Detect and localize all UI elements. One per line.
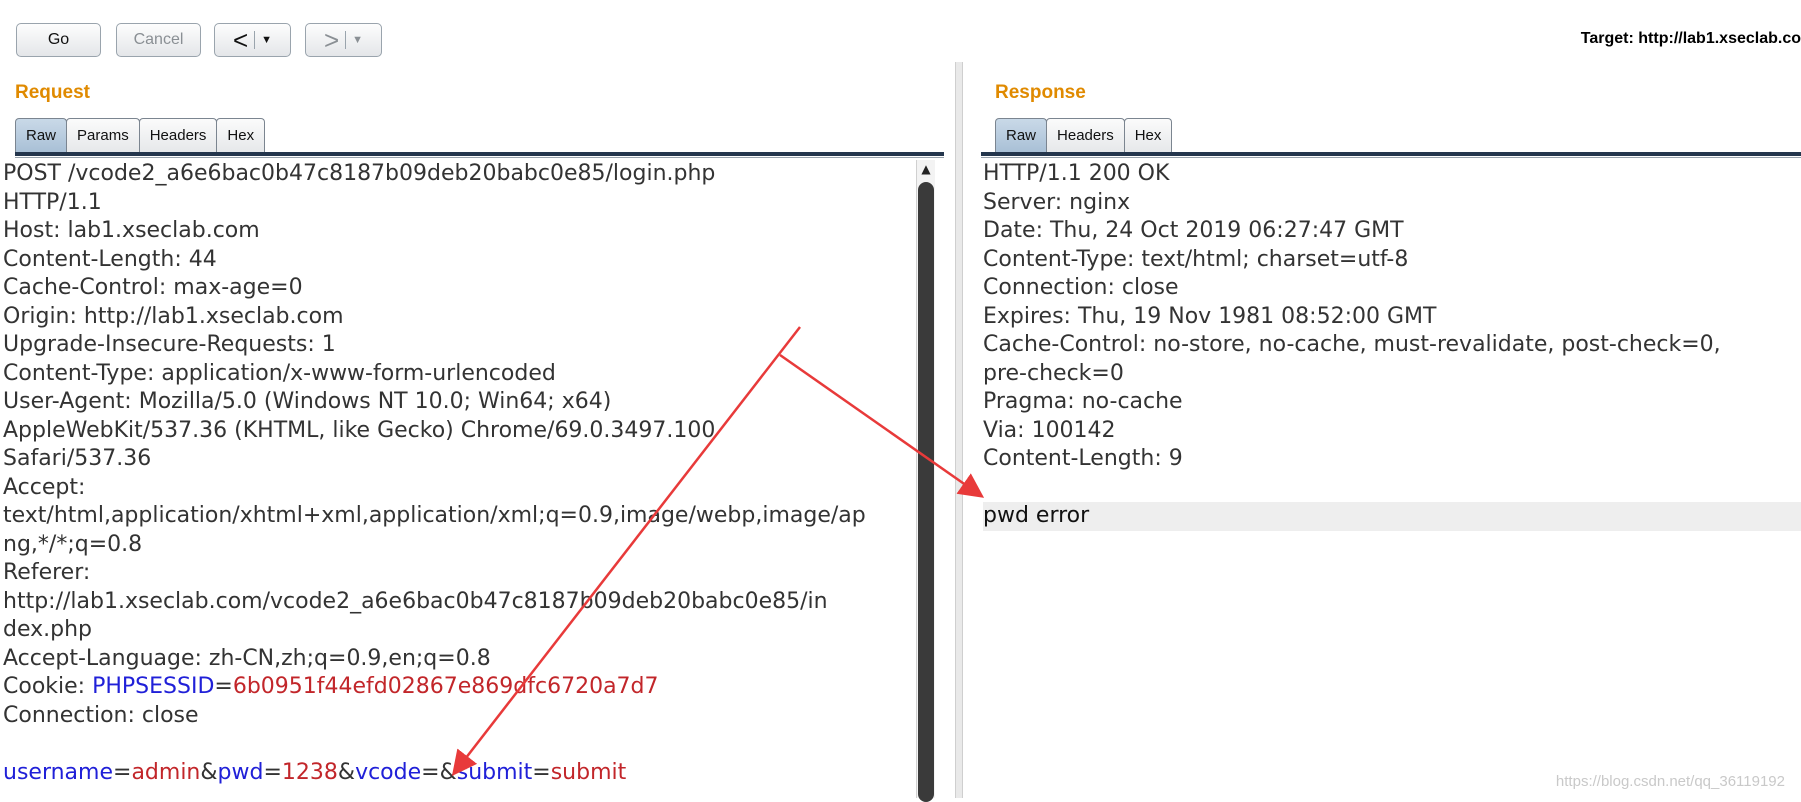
annotation-arrow-line	[451, 326, 801, 776]
annotation-arrow-line	[779, 353, 985, 498]
annotation-arrows	[451, 326, 985, 776]
